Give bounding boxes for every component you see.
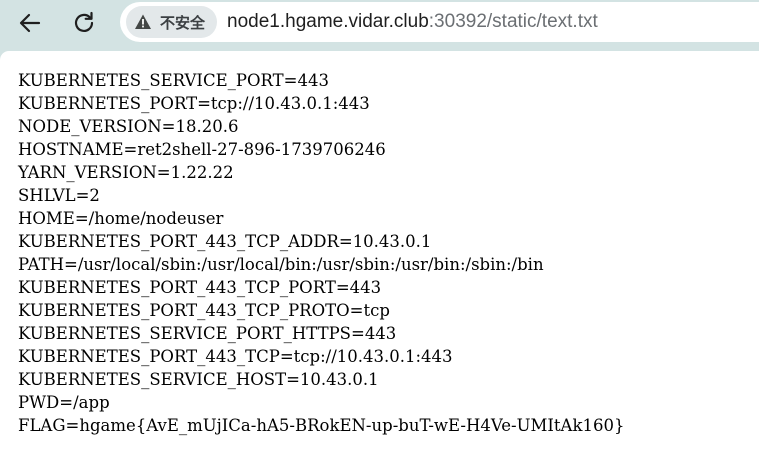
text-line: KUBERNETES_SERVICE_HOST=10.43.0.1: [18, 370, 379, 389]
text-line: YARN_VERSION=1.22.22: [18, 163, 234, 182]
url-path: :30392/static/text.txt: [428, 11, 598, 32]
text-line: FLAG=hgame{AvE_mUjICa-hA5-BRokEN-up-buT-…: [18, 416, 625, 435]
browser-toolbar: 不安全 node1.hgame.vidar.club:30392/static/…: [0, 0, 759, 46]
security-indicator[interactable]: 不安全: [126, 6, 218, 38]
text-line: KUBERNETES_PORT_443_TCP_ADDR=10.43.0.1: [18, 232, 432, 251]
text-line: KUBERNETES_PORT_443_TCP_PROTO=tcp: [18, 301, 390, 320]
text-line: PWD=/app: [18, 393, 110, 412]
address-bar[interactable]: 不安全 node1.hgame.vidar.club:30392/static/…: [120, 2, 759, 42]
security-label: 不安全: [160, 13, 206, 32]
url-text[interactable]: node1.hgame.vidar.club:30392/static/text…: [227, 11, 598, 33]
text-line: KUBERNETES_SERVICE_PORT_HTTPS=443: [18, 324, 397, 343]
url-host: node1.hgame.vidar.club: [227, 11, 429, 32]
text-line: NODE_VERSION=18.20.6: [18, 117, 239, 136]
warning-icon: [135, 14, 151, 29]
text-line: PATH=/usr/local/sbin:/usr/local/bin:/usr…: [18, 255, 544, 274]
text-line: KUBERNETES_PORT_443_TCP=tcp://10.43.0.1:…: [18, 347, 453, 366]
reload-button[interactable]: [67, 6, 101, 40]
text-line: SHLVL=2: [18, 186, 100, 205]
back-button[interactable]: [13, 6, 47, 40]
text-line: HOME=/home/nodeuser: [18, 209, 224, 228]
text-line: KUBERNETES_PORT_443_TCP_PORT=443: [18, 278, 382, 297]
text-line: HOSTNAME=ret2shell-27-896-1739706246: [18, 140, 386, 159]
text-line: KUBERNETES_SERVICE_PORT=443: [18, 71, 329, 90]
text-line: KUBERNETES_PORT=tcp://10.43.0.1:443: [18, 94, 370, 113]
reload-icon: [74, 11, 94, 32]
page-content: KUBERNETES_SERVICE_PORT=443 KUBERNETES_P…: [0, 51, 759, 473]
back-arrow-icon: [19, 13, 41, 33]
